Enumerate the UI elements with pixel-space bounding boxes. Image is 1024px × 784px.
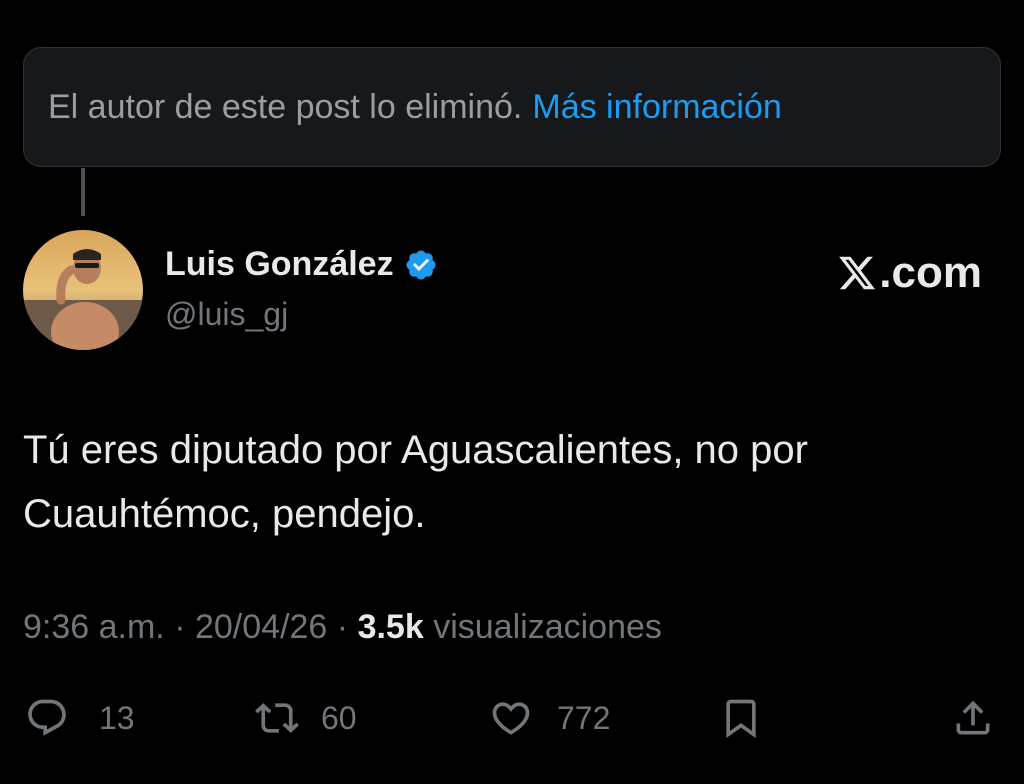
bookmark-button[interactable] (719, 694, 763, 742)
views-count: 3.5k (357, 608, 424, 646)
post-author: Luis González @luis_gj (165, 245, 438, 333)
x-com-watermark: .com (837, 248, 982, 298)
repost-count: 60 (321, 699, 357, 736)
reply-count: 13 (99, 699, 135, 736)
reply-button[interactable]: 13 (25, 694, 135, 742)
verified-badge-icon (406, 249, 436, 280)
post-time[interactable]: 9:36 a.m. (23, 608, 165, 646)
post-text: Tú eres diputado por Aguascalientes, no … (23, 418, 1003, 546)
share-icon (956, 700, 990, 735)
deleted-notice-message: El autor de este post lo eliminó. (48, 87, 523, 126)
avatar[interactable] (23, 230, 143, 350)
share-button[interactable] (951, 694, 995, 742)
views-label: visualizaciones (433, 608, 662, 646)
meta-separator: · (336, 608, 349, 646)
meta-separator: · (174, 608, 186, 646)
post-meta: 9:36 a.m. · 20/04/26 · 3.5k visualizacio… (23, 608, 662, 647)
x-logo-icon (839, 256, 876, 290)
author-name[interactable]: Luis González (165, 245, 394, 284)
brand-domain: .com (879, 248, 982, 297)
like-count: 772 (557, 699, 611, 736)
repost-icon (255, 703, 299, 733)
post-date[interactable]: 20/04/26 (195, 608, 327, 646)
deleted-post-notice: El autor de este post lo eliminó. Más in… (23, 47, 1001, 167)
reply-icon (28, 699, 66, 736)
heart-icon (492, 702, 530, 735)
repost-button[interactable]: 60 (255, 694, 357, 742)
thread-connector-line (81, 168, 85, 216)
like-button[interactable]: 772 (489, 694, 610, 742)
post-actions-bar: 13 60 772 (23, 694, 1001, 742)
post-text-line: Cuauhtémoc, pendejo. (23, 492, 426, 536)
author-handle[interactable]: @luis_gj (165, 296, 438, 333)
post-text-line: Tú eres diputado por Aguascalientes, no … (23, 428, 808, 472)
bookmark-icon (726, 699, 756, 739)
more-info-link[interactable]: Más información (532, 88, 781, 127)
